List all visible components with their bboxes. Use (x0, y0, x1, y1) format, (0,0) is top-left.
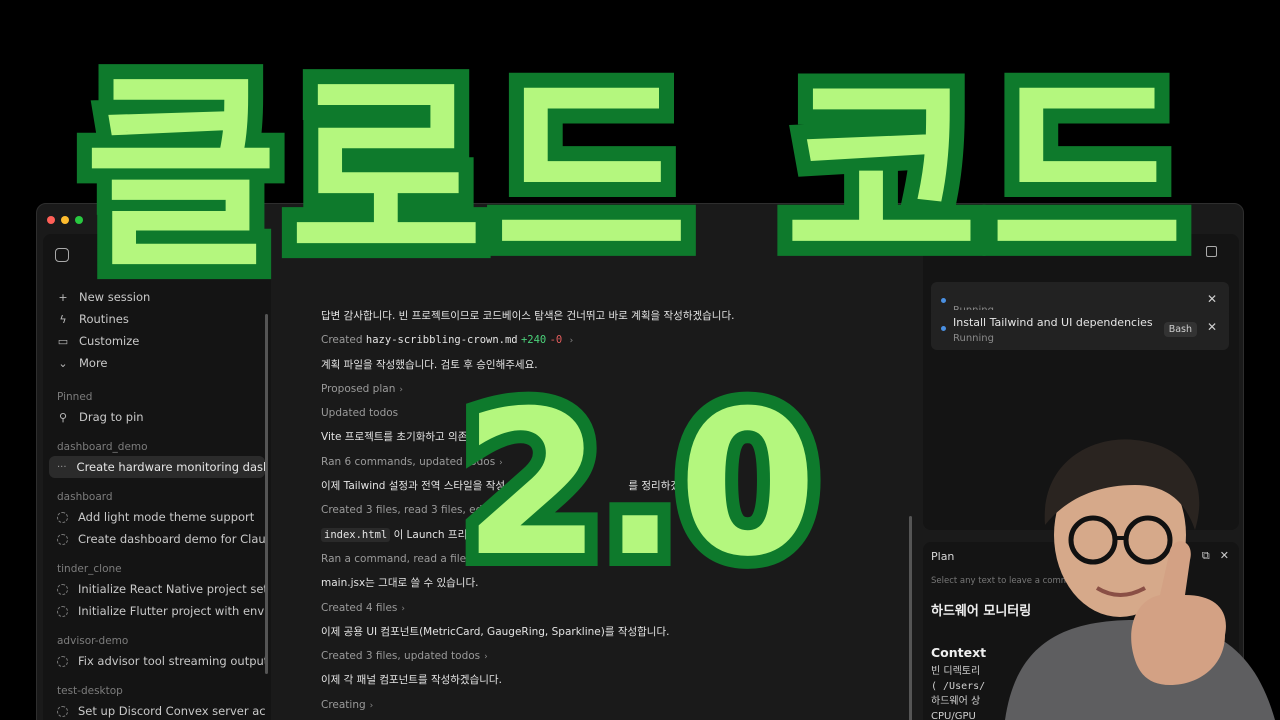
group-pinned: Pinned (57, 391, 93, 403)
sidebar-item-customize[interactable]: ▭ Customize (49, 330, 265, 352)
customize-icon: ▭ (57, 334, 69, 348)
chevron-right-icon: › (369, 700, 374, 711)
thumbnail-headline: 클로드 코드 (69, 37, 1198, 312)
lines-removed: -0 (549, 334, 563, 347)
sidebar-item-label: More (79, 356, 108, 370)
group-dashboard: dashboard (57, 491, 113, 503)
sidebar-item-routines[interactable]: ϟ Routines (49, 308, 265, 330)
assistant-message: 답변 감사합니다. 빈 프로젝트이므로 코드베이스 탐색은 건너뛰고 바로 계획… (321, 310, 735, 322)
task-label: Fix advisor tool streaming output not (78, 654, 265, 668)
task-item[interactable]: Create dashboard demo for Claude c (49, 528, 265, 550)
tool-badge: Bash (1163, 322, 1197, 337)
task-item[interactable]: Add light mode theme support (49, 506, 265, 528)
chevron-right-icon: › (569, 336, 574, 347)
task-status-icon (57, 533, 68, 545)
task-title: Install Tailwind and UI dependencies (953, 316, 1153, 329)
task-label: Initialize Flutter project with environ (78, 604, 265, 618)
task-status-icon (57, 511, 68, 523)
task-label: Initialize React Native project setup (78, 582, 265, 596)
tool-call-label: Created (321, 334, 363, 347)
group-dashboard-demo: dashboard_demo (57, 441, 148, 453)
presenter-photo (1005, 439, 1275, 720)
sidebar: + New session ϟ Routines ▭ Customize ⌄ M… (43, 234, 271, 720)
task-item[interactable]: ··· Create hardware monitoring dashbo (49, 456, 265, 478)
task-status-icon (57, 605, 68, 617)
tool-call-creating[interactable]: Creating › (321, 693, 905, 717)
transcript-scrollbar[interactable] (909, 516, 912, 720)
more-icon[interactable]: ··· (57, 462, 67, 473)
sidebar-scrollbar[interactable] (265, 314, 268, 674)
task-label: Set up Discord Convex server access (78, 704, 265, 718)
thumbnail-version: 2.0 (450, 357, 830, 613)
tool-call-created-file[interactable]: Created hazy-scribbling-crown.md +240 -0… (321, 328, 905, 352)
tool-call-created-3-files[interactable]: Created 3 files, updated todos › (321, 644, 905, 668)
background-task-card[interactable]: Install Tailwind and UI dependencies Run… (931, 310, 1229, 350)
file-name: hazy-scribbling-crown.md (365, 334, 518, 347)
tool-call-label: Creating (321, 698, 366, 711)
pin-icon: ⚲ (58, 410, 68, 424)
inline-code: index.html (321, 527, 391, 542)
group-tinder-clone: tinder_clone (57, 563, 122, 575)
assistant-message: 이제 공용 UI 컴포넌트(MetricCard, GaugeRing, Spa… (321, 625, 670, 638)
task-label: Add light mode theme support (78, 510, 255, 524)
task-item[interactable]: Initialize React Native project setup (49, 578, 265, 600)
task-status-icon (57, 705, 68, 717)
chevron-right-icon: › (484, 652, 488, 663)
task-label: Create dashboard demo for Claude c (78, 532, 265, 546)
routines-icon: ϟ (59, 312, 67, 326)
sidebar-item-more[interactable]: ⌄ More (49, 352, 265, 374)
lines-added: +240 (520, 334, 547, 347)
group-advisor-demo: advisor-demo (57, 635, 129, 647)
task-status-icon (57, 583, 68, 595)
group-test-desktop: test-desktop (57, 685, 123, 697)
task-item[interactable]: Fix advisor tool streaming output not (49, 650, 265, 672)
assistant-message: 이제 각 패널 컴포넌트를 작성하겠습니다. (321, 674, 502, 687)
close-icon[interactable]: ✕ (1207, 320, 1217, 334)
task-status: Running (953, 333, 994, 344)
task-item[interactable]: Set up Discord Convex server access (49, 700, 265, 720)
chevron-right-icon: › (401, 603, 405, 614)
task-status-icon (57, 655, 68, 667)
pinned-hint: Drag to pin (79, 410, 144, 424)
tool-call-label: Created 4 files (321, 601, 398, 614)
tool-call-label: Created 3 files, updated todos (321, 650, 481, 663)
task-item[interactable]: Initialize Flutter project with environ (49, 600, 265, 622)
chevron-right-icon: › (399, 384, 403, 395)
tool-call-label: Proposed plan (321, 382, 396, 395)
sidebar-item-label: Routines (79, 312, 129, 326)
running-indicator (941, 326, 946, 331)
chevron-down-icon: ⌄ (58, 356, 68, 370)
pinned-drop-target[interactable]: ⚲ Drag to pin (49, 406, 265, 428)
sidebar-item-label: Customize (79, 334, 140, 348)
task-label: Create hardware monitoring dashbo (76, 460, 265, 474)
